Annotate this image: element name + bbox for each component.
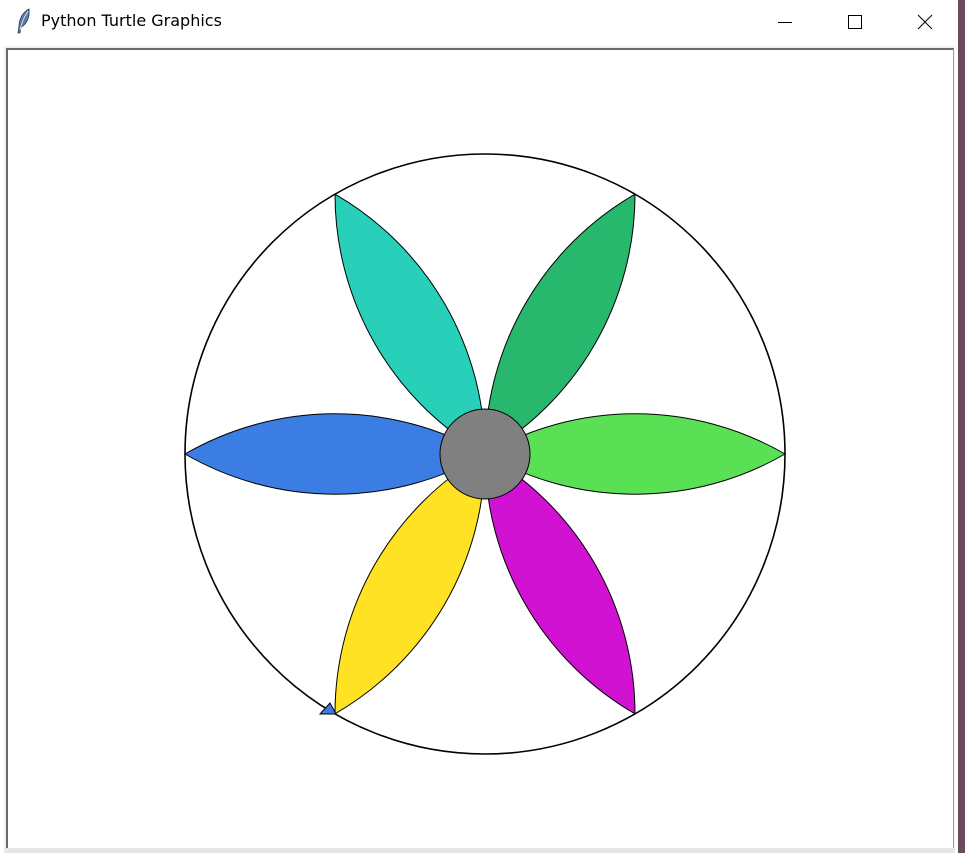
turtle-window: Python Turtle Graphics (0, 0, 965, 853)
turtle-drawing (183, 153, 787, 755)
center-disc (439, 408, 531, 500)
turtle-cursor-icon (318, 702, 337, 715)
